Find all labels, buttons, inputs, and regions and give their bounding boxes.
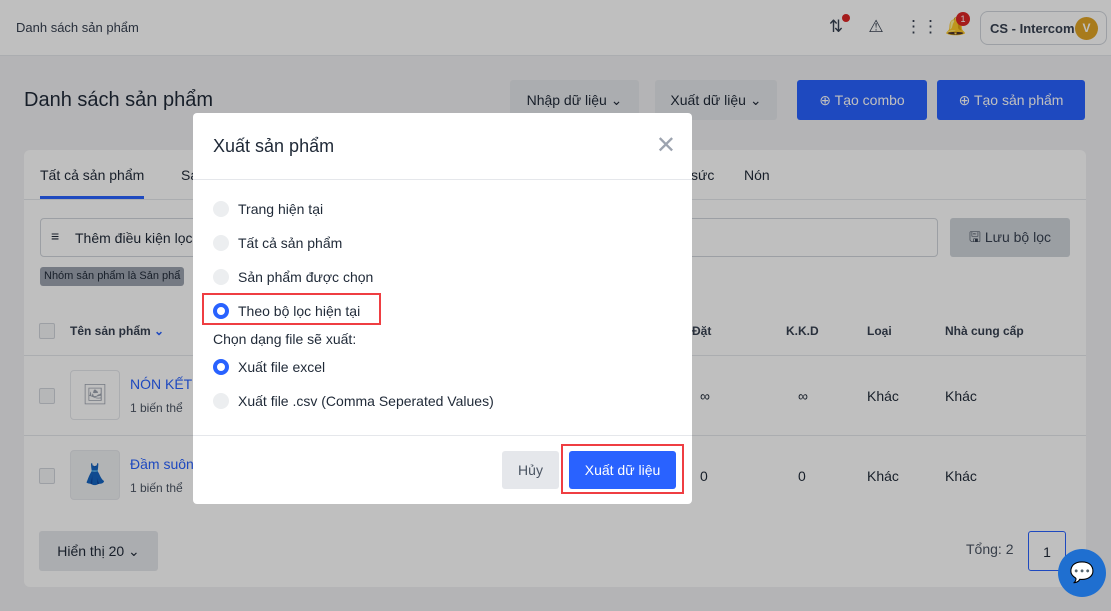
format-label-csv: Xuất file .csv (Comma Seperated Values) — [238, 393, 494, 409]
option-label: Tất cả sản phẩm — [238, 235, 343, 251]
radio-selected[interactable] — [213, 359, 229, 375]
format-label: Chọn dạng file sẽ xuất: — [213, 331, 357, 347]
radio[interactable] — [213, 269, 229, 285]
format-csv[interactable]: Xuất file .csv (Comma Seperated Values) — [213, 391, 494, 411]
option-selected-products[interactable]: Sản phẩm được chọn — [213, 267, 373, 287]
format-label-excel: Xuất file excel — [238, 359, 326, 375]
radio[interactable] — [213, 201, 229, 217]
chat-launcher-icon[interactable]: 💬 — [1058, 549, 1106, 597]
radio[interactable] — [213, 235, 229, 251]
export-modal: Xuất sản phẩm ✕ Trang hiện tại Tất cả sả… — [193, 113, 692, 504]
option-all-products[interactable]: Tất cả sản phẩm — [213, 233, 342, 253]
format-excel[interactable]: Xuất file excel — [213, 357, 325, 377]
highlight-box — [202, 293, 381, 325]
option-label: Sản phẩm được chọn — [238, 269, 374, 285]
option-current-page[interactable]: Trang hiện tại — [213, 199, 323, 219]
modal-title: Xuất sản phẩm — [213, 136, 335, 156]
cancel-button[interactable]: Hủy — [502, 451, 559, 489]
footer-divider — [193, 435, 692, 436]
radio[interactable] — [213, 393, 229, 409]
modal-header: Xuất sản phẩm ✕ — [193, 113, 692, 180]
highlight-box — [561, 444, 684, 494]
close-icon[interactable]: ✕ — [656, 131, 676, 160]
option-label: Trang hiện tại — [238, 201, 324, 217]
